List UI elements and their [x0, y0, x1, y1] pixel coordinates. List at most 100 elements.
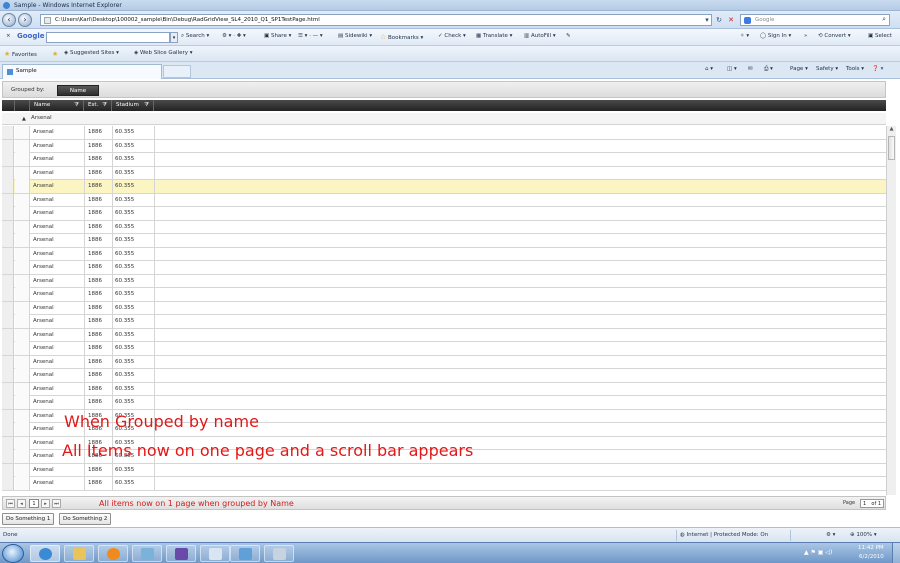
table-row[interactable]: Arsenal 1886 60.355: [2, 247, 886, 261]
row-indicator[interactable]: [2, 193, 14, 207]
cell-name[interactable]: Arsenal: [33, 467, 54, 473]
url-field[interactable]: C:\Users\Karl\Desktop\100002_sample\Bin\…: [40, 14, 712, 26]
row-indicator[interactable]: [2, 288, 14, 301]
wrench-icon[interactable]: ✧ ▾: [740, 33, 749, 39]
cell-est[interactable]: 1886: [88, 399, 102, 405]
zoom-control[interactable]: ⊕ 100% ▾: [850, 532, 877, 538]
cell-name[interactable]: Arsenal: [33, 170, 54, 176]
tools-menu[interactable]: Tools ▾: [846, 66, 864, 72]
cell-stadium[interactable]: 60.355: [115, 251, 134, 257]
taskbar-media-player[interactable]: [98, 545, 128, 562]
collapse-arrow-icon[interactable]: ▲: [22, 116, 26, 122]
cell-est[interactable]: 1886: [88, 386, 102, 392]
table-row[interactable]: Arsenal 1886 60.355: [2, 261, 886, 275]
cell-name[interactable]: Arsenal: [33, 291, 54, 297]
cell-name[interactable]: Arsenal: [33, 332, 54, 338]
show-desktop-button[interactable]: [892, 543, 900, 563]
group-chip-name[interactable]: Name: [57, 85, 99, 96]
filter-icon[interactable]: ⧩: [102, 100, 107, 111]
cell-stadium[interactable]: 60.355: [115, 386, 134, 392]
column-header-name[interactable]: Name ⧩: [30, 100, 84, 111]
table-row[interactable]: Arsenal 1886 60.355: [2, 288, 886, 302]
table-row[interactable]: Arsenal 1886 60.355: [2, 139, 886, 153]
row-indicator[interactable]: [2, 220, 14, 234]
cell-name[interactable]: Arsenal: [33, 264, 54, 270]
print-icon[interactable]: ⎙ ▾: [764, 66, 773, 73]
stop-icon[interactable]: ✕: [726, 14, 736, 26]
cell-stadium[interactable]: 60.355: [115, 224, 134, 230]
table-row[interactable]: Arsenal 1886 60.355: [2, 463, 886, 477]
cell-stadium[interactable]: 60.355: [115, 278, 134, 284]
protected-mode-icon[interactable]: ⚙ ▾: [826, 532, 835, 538]
add-favorite-icon[interactable]: ★: [52, 50, 58, 58]
cell-est[interactable]: 1886: [88, 480, 102, 486]
cell-est[interactable]: 1886: [88, 156, 102, 162]
new-tab-button[interactable]: [163, 65, 191, 78]
row-indicator[interactable]: [2, 261, 14, 274]
cell-name[interactable]: Arsenal: [33, 278, 54, 284]
cell-stadium[interactable]: 60.355: [115, 237, 134, 243]
cell-est[interactable]: 1886: [88, 251, 102, 257]
cell-name[interactable]: Arsenal: [33, 426, 54, 432]
taskbar-ie[interactable]: [30, 545, 60, 562]
cell-est[interactable]: 1886: [88, 224, 102, 230]
clock-time[interactable]: 11:42 PM: [858, 545, 884, 551]
cell-est[interactable]: 1886: [88, 143, 102, 149]
cell-name[interactable]: Arsenal: [33, 210, 54, 216]
cell-est[interactable]: 1886: [88, 305, 102, 311]
cell-name[interactable]: Arsenal: [33, 305, 54, 311]
google-search-dropdown[interactable]: ▾: [170, 32, 178, 43]
table-row[interactable]: Arsenal 1886 60.355: [2, 193, 886, 207]
page-menu[interactable]: Page ▾: [790, 66, 808, 72]
cell-stadium[interactable]: 60.355: [115, 345, 134, 351]
row-indicator[interactable]: [2, 126, 14, 139]
tray-icons[interactable]: ▲ ⚑ ▣ ◁): [804, 549, 832, 556]
cell-stadium[interactable]: 60.355: [115, 467, 134, 473]
table-row[interactable]: Arsenal 1886 60.355: [2, 369, 886, 383]
prev-page-icon[interactable]: ◂: [17, 499, 26, 508]
scroll-up-icon[interactable]: ▲: [887, 126, 896, 135]
cell-name[interactable]: Arsenal: [33, 251, 54, 257]
first-page-icon[interactable]: ⏮: [6, 499, 15, 508]
cell-name[interactable]: Arsenal: [33, 183, 54, 189]
check-button[interactable]: ✓ Check ▾: [438, 33, 466, 39]
select-button[interactable]: ▣ Select: [868, 33, 892, 39]
filter-icon[interactable]: ⧩: [74, 100, 79, 111]
row-indicator[interactable]: [2, 436, 14, 450]
cell-name[interactable]: Arsenal: [33, 345, 54, 351]
taskbar-app-6[interactable]: [200, 545, 230, 562]
table-row[interactable]: Arsenal 1886 60.355: [2, 166, 886, 180]
cell-stadium[interactable]: 60.355: [115, 305, 134, 311]
cell-name[interactable]: Arsenal: [33, 143, 54, 149]
column-header-stadium[interactable]: Stadium ⧩: [112, 100, 154, 111]
autofill-button[interactable]: ▥ AutoFill ▾: [524, 33, 556, 39]
table-row[interactable]: Arsenal 1886 60.355: [2, 342, 886, 356]
search-field[interactable]: Google ⌕: [740, 14, 890, 26]
table-row[interactable]: Arsenal 1886 60.355: [2, 315, 886, 329]
filter-icon[interactable]: ⧩: [144, 100, 149, 111]
row-indicator[interactable]: [2, 477, 14, 490]
sign-in-button[interactable]: ◯ Sign In ▾: [760, 33, 791, 39]
feeds-icon[interactable]: ◫ ▾: [727, 66, 737, 72]
suggested-sites-link[interactable]: ◈ Suggested Sites ▾: [64, 50, 119, 56]
cell-stadium[interactable]: 60.355: [115, 210, 134, 216]
current-page-button[interactable]: 1: [29, 499, 39, 508]
cell-name[interactable]: Arsenal: [33, 224, 54, 230]
table-row[interactable]: Arsenal 1886 60.355: [2, 126, 886, 140]
row-indicator[interactable]: [2, 274, 14, 288]
home-icon[interactable]: ⌂ ▾: [705, 66, 713, 72]
row-indicator[interactable]: [2, 207, 14, 220]
pencil-icon[interactable]: ✎: [566, 33, 571, 39]
row-indicator[interactable]: [2, 355, 14, 369]
cell-name[interactable]: Arsenal: [33, 129, 54, 135]
scroll-thumb[interactable]: [888, 136, 895, 160]
safety-menu[interactable]: Safety ▾: [816, 66, 838, 72]
cell-est[interactable]: 1886: [88, 291, 102, 297]
cell-stadium[interactable]: 60.355: [115, 170, 134, 176]
cell-name[interactable]: Arsenal: [33, 156, 54, 162]
do-something-1-button[interactable]: Do Something 1: [2, 513, 55, 525]
cell-est[interactable]: 1886: [88, 237, 102, 243]
cell-est[interactable]: 1886: [88, 332, 102, 338]
cell-name[interactable]: Arsenal: [33, 197, 54, 203]
column-header-est[interactable]: Est. ⧩: [84, 100, 112, 111]
